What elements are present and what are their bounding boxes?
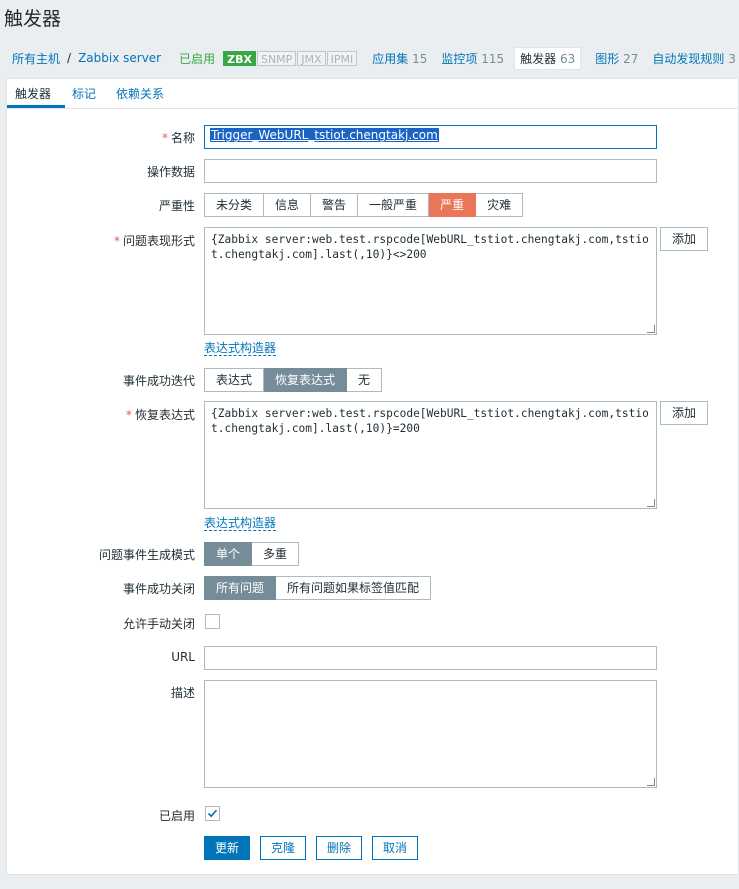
ok-event-none[interactable]: 无 bbox=[347, 368, 383, 392]
nav-items-label[interactable]: 监控项 bbox=[441, 52, 477, 66]
recovery-expression-add-button[interactable]: 添加 bbox=[660, 401, 708, 425]
availability-badges: ZBX SNMP JMX IPMI bbox=[223, 50, 358, 66]
nav-applications[interactable]: 应用集 15 bbox=[372, 50, 427, 67]
problem-expression-add-button[interactable]: 添加 bbox=[660, 227, 708, 251]
severity-not-classified[interactable]: 未分类 bbox=[204, 193, 265, 217]
severity-label: 严重性 bbox=[158, 199, 195, 213]
snmp-badge: SNMP bbox=[256, 50, 297, 66]
nav-applications-count: 15 bbox=[412, 51, 428, 66]
tab-tags[interactable]: 标记 bbox=[72, 85, 96, 102]
ok-close-all-problems[interactable]: 所有问题 bbox=[204, 576, 277, 600]
nav-graphs-count: 27 bbox=[623, 51, 639, 66]
host-status[interactable]: 已启用 bbox=[179, 50, 215, 67]
nav-triggers-label[interactable]: 触发器 bbox=[520, 52, 556, 66]
form-actions: 更新 克隆 删除 取消 bbox=[204, 836, 428, 860]
recovery-expression-label-text: 恢复表达式 bbox=[134, 408, 195, 422]
nav-discovery[interactable]: 自动发现规则 3 bbox=[652, 50, 735, 67]
recovery-expression-label: * 恢复表达式 bbox=[7, 406, 195, 423]
nav-graphs[interactable]: 图形 27 bbox=[595, 50, 638, 67]
nav-items-count: 115 bbox=[481, 51, 505, 66]
nav-discovery-count: 3 bbox=[728, 51, 736, 66]
tab-trigger[interactable]: 触发器 bbox=[15, 85, 51, 102]
description-textarea[interactable] bbox=[204, 680, 657, 788]
page-title: 触发器 bbox=[4, 8, 62, 30]
name-input[interactable]: Trigger_WebURL_tstiot.chengtakj.com bbox=[204, 125, 657, 149]
manual-close-checkbox[interactable] bbox=[205, 614, 220, 629]
severity-selector: 未分类 信息 警告 一般严重 严重 灾难 bbox=[204, 193, 524, 217]
url-input[interactable] bbox=[204, 646, 657, 670]
cancel-button[interactable]: 取消 bbox=[372, 836, 419, 860]
required-marker: * bbox=[161, 131, 168, 145]
severity-information[interactable]: 信息 bbox=[264, 193, 312, 217]
ok-event-selector: 表达式 恢复表达式 无 bbox=[204, 368, 383, 392]
jmx-badge: JMX bbox=[297, 50, 326, 66]
event-mode-multiple[interactable]: 多重 bbox=[252, 542, 300, 566]
update-button[interactable]: 更新 bbox=[204, 836, 251, 860]
recovery-expression-textarea[interactable]: {Zabbix server:web.test.rspcode[WebURL_t… bbox=[204, 401, 657, 509]
host-navigation: 所有主机 / Zabbix server 已启用 ZBX SNMP JMX IP… bbox=[0, 38, 739, 78]
tab-dependencies[interactable]: 依赖关系 bbox=[116, 85, 164, 102]
problem-expression-label: * 问题表现形式 bbox=[7, 232, 195, 249]
problem-expression-label-text: 问题表现形式 bbox=[122, 234, 195, 248]
description-label: 描述 bbox=[170, 686, 195, 700]
delete-button[interactable]: 删除 bbox=[316, 836, 363, 860]
event-mode-label: 问题事件生成模式 bbox=[98, 548, 195, 562]
problem-expression-builder-link[interactable]: 表达式构造器 bbox=[204, 341, 277, 356]
resize-handle-icon[interactable] bbox=[647, 499, 655, 507]
name-input-value: Trigger_WebURL_tstiot.chengtakj.com bbox=[210, 128, 439, 142]
name-label-text: 名称 bbox=[170, 131, 195, 145]
ok-event-recovery-expression[interactable]: 恢复表达式 bbox=[264, 368, 348, 392]
severity-warning[interactable]: 警告 bbox=[311, 193, 359, 217]
clone-button[interactable]: 克隆 bbox=[260, 836, 307, 860]
nav-graphs-label[interactable]: 图形 bbox=[595, 52, 619, 66]
name-label: * 名称 bbox=[7, 129, 195, 146]
active-tab-indicator bbox=[7, 105, 65, 108]
breadcrumb-host[interactable]: Zabbix server bbox=[78, 51, 161, 65]
severity-average[interactable]: 一般严重 bbox=[358, 193, 430, 217]
zbx-badge: ZBX bbox=[223, 50, 256, 66]
enabled-checkbox[interactable] bbox=[205, 806, 220, 821]
recovery-expression-value: {Zabbix server:web.test.rspcode[WebURL_t… bbox=[211, 407, 649, 435]
ok-event-label: 事件成功迭代 bbox=[122, 374, 195, 388]
severity-high[interactable]: 严重 bbox=[429, 193, 477, 217]
resize-handle-icon[interactable] bbox=[647, 778, 655, 786]
ipmi-badge: IPMI bbox=[326, 50, 358, 66]
event-mode-single[interactable]: 单个 bbox=[204, 542, 253, 566]
enabled-label: 已启用 bbox=[158, 809, 195, 823]
nav-triggers-count: 63 bbox=[559, 51, 576, 66]
required-marker: * bbox=[125, 408, 132, 422]
checkmark-icon bbox=[207, 809, 218, 818]
ok-event-expression[interactable]: 表达式 bbox=[204, 368, 265, 392]
opdata-label: 操作数据 bbox=[146, 165, 195, 179]
required-marker: * bbox=[113, 234, 120, 248]
form-tabs: 触发器 标记 依赖关系 bbox=[7, 79, 738, 109]
manual-close-label: 允许手动关闭 bbox=[122, 617, 195, 631]
trigger-form-panel: 触发器 标记 依赖关系 * 名称 Trigger_WebURL_tstiot.ch… bbox=[6, 78, 739, 875]
nav-items[interactable]: 监控项 115 bbox=[441, 50, 504, 67]
nav-applications-label[interactable]: 应用集 bbox=[372, 52, 408, 66]
breadcrumb-separator: / bbox=[67, 51, 72, 65]
ok-close-label: 事件成功关闭 bbox=[122, 582, 195, 596]
ok-close-tag-match[interactable]: 所有问题如果标签值匹配 bbox=[276, 576, 432, 600]
recovery-expression-builder-link[interactable]: 表达式构造器 bbox=[204, 516, 277, 531]
url-label: URL bbox=[171, 650, 195, 664]
opdata-input[interactable] bbox=[204, 159, 657, 183]
ok-close-selector: 所有问题 所有问题如果标签值匹配 bbox=[204, 576, 432, 600]
problem-expression-value: {Zabbix server:web.test.rspcode[WebURL_t… bbox=[211, 233, 649, 261]
breadcrumb-all-hosts[interactable]: 所有主机 bbox=[12, 50, 60, 67]
severity-disaster[interactable]: 灾难 bbox=[476, 193, 524, 217]
resize-handle-icon[interactable] bbox=[647, 325, 655, 333]
problem-expression-textarea[interactable]: {Zabbix server:web.test.rspcode[WebURL_t… bbox=[204, 227, 657, 335]
nav-discovery-label[interactable]: 自动发现规则 bbox=[652, 52, 724, 66]
nav-triggers[interactable]: 触发器 63 bbox=[514, 46, 582, 70]
event-mode-selector: 单个 多重 bbox=[204, 542, 300, 566]
